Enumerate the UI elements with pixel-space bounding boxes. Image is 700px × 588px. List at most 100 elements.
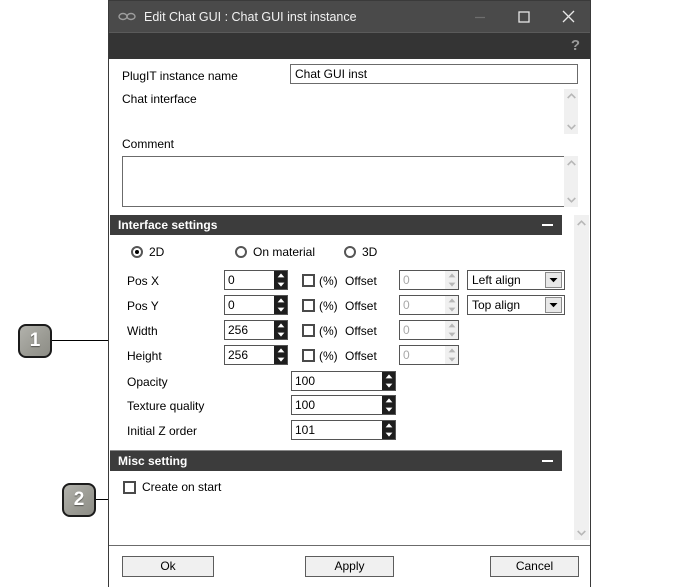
- opacity-spinner[interactable]: [291, 371, 396, 391]
- annotation-badge-2: 2: [62, 483, 96, 517]
- pos-y-label: Pos Y: [127, 299, 159, 313]
- interface-settings-header[interactable]: Interface settings: [110, 215, 562, 235]
- width-input[interactable]: [224, 320, 274, 340]
- pos-x-input[interactable]: [224, 270, 274, 290]
- pos-y-offset-spinner[interactable]: [399, 295, 459, 315]
- width-offset-input[interactable]: [399, 320, 445, 340]
- spinner-arrows[interactable]: [382, 371, 396, 391]
- annotation-badge-2-number: 2: [73, 489, 85, 510]
- ok-button[interactable]: Ok: [122, 556, 214, 577]
- create-on-start-checkbox[interactable]: [123, 481, 136, 494]
- spinner-arrows[interactable]: [274, 345, 288, 365]
- scroll-up-icon[interactable]: [564, 89, 578, 103]
- misc-setting-header[interactable]: Misc setting: [110, 451, 562, 471]
- pos-y-offset-label: Offset: [345, 299, 377, 313]
- annotation-badge-1: 1: [18, 324, 52, 358]
- mode-radio-on-material-label: On material: [253, 245, 316, 259]
- scroll-up-icon[interactable]: [564, 156, 578, 170]
- cancel-button[interactable]: Cancel: [490, 556, 579, 577]
- scroll-down-icon[interactable]: [564, 193, 578, 207]
- goggles-icon: [118, 10, 136, 24]
- apply-button[interactable]: Apply: [305, 556, 394, 577]
- pos-x-align-dropdown[interactable]: Left align: [467, 270, 565, 290]
- scroll-down-icon[interactable]: [564, 120, 578, 134]
- height-percent-checkbox[interactable]: [302, 349, 315, 362]
- scroll-up-icon[interactable]: [574, 215, 589, 230]
- maximize-icon[interactable]: [502, 1, 546, 32]
- spinner-arrows[interactable]: [382, 420, 396, 440]
- height-spinner[interactable]: [224, 345, 288, 365]
- width-percent-checkbox[interactable]: [302, 324, 315, 337]
- misc-setting-title: Misc setting: [118, 454, 188, 468]
- initial-z-order-label: Initial Z order: [127, 424, 198, 438]
- pos-y-align-dropdown[interactable]: Top align: [467, 295, 565, 315]
- mode-radio-3d[interactable]: 3D: [344, 245, 377, 259]
- close-icon[interactable]: [546, 1, 590, 32]
- height-offset-input[interactable]: [399, 345, 445, 365]
- height-offset-spinner[interactable]: [399, 345, 459, 365]
- width-percent-label: (%): [319, 324, 338, 338]
- collapse-icon[interactable]: [542, 224, 553, 226]
- width-offset-spinner[interactable]: [399, 320, 459, 340]
- comment-textarea[interactable]: [122, 156, 577, 207]
- texture-quality-spinner[interactable]: [291, 395, 396, 415]
- mode-radio-2d[interactable]: 2D: [131, 245, 164, 259]
- chat-interface-label: Chat interface: [122, 92, 197, 106]
- initial-z-order-spinner[interactable]: [291, 420, 396, 440]
- height-percent-label: (%): [319, 349, 338, 363]
- dialog-body: PlugIT instance name Chat interface Comm…: [109, 59, 590, 588]
- dialog-toolbar: ?: [109, 32, 590, 59]
- height-input[interactable]: [224, 345, 274, 365]
- mode-radio-on-material[interactable]: On material: [235, 245, 315, 259]
- width-offset-label: Offset: [345, 324, 377, 338]
- width-spinner[interactable]: [224, 320, 288, 340]
- title-bar: Edit Chat GUI : Chat GUI inst instance: [109, 1, 590, 32]
- scroll-down-icon[interactable]: [574, 525, 589, 540]
- height-label: Height: [127, 349, 162, 363]
- comment-scrollbar[interactable]: [564, 156, 578, 207]
- help-icon[interactable]: ?: [571, 38, 580, 55]
- pos-x-label: Pos X: [127, 274, 160, 288]
- radio-icon-selected: [131, 246, 143, 258]
- pos-x-offset-label: Offset: [345, 274, 377, 288]
- instance-name-label: PlugIT instance name: [122, 69, 238, 83]
- annotation-badge-1-number: 1: [29, 330, 41, 351]
- spinner-arrows[interactable]: [274, 320, 288, 340]
- spinner-arrows[interactable]: [445, 345, 459, 365]
- initial-z-order-input[interactable]: [291, 420, 382, 440]
- pos-x-offset-spinner[interactable]: [399, 270, 459, 290]
- spinner-arrows[interactable]: [445, 270, 459, 290]
- instance-name-input[interactable]: [290, 64, 578, 84]
- window-title: Edit Chat GUI : Chat GUI inst instance: [144, 9, 357, 24]
- pos-x-percent-checkbox[interactable]: [302, 274, 315, 287]
- width-label: Width: [127, 324, 158, 338]
- pos-y-input[interactable]: [224, 295, 274, 315]
- pos-y-percent-checkbox[interactable]: [302, 299, 315, 312]
- spinner-arrows[interactable]: [274, 270, 288, 290]
- opacity-input[interactable]: [291, 371, 382, 391]
- texture-quality-input[interactable]: [291, 395, 382, 415]
- pos-y-align-value: Top align: [472, 298, 521, 312]
- pos-y-spinner[interactable]: [224, 295, 288, 315]
- settings-pane-scrollbar[interactable]: [574, 215, 589, 540]
- mode-radio-3d-label: 3D: [362, 245, 378, 259]
- radio-icon: [235, 246, 247, 258]
- dialog-footer: Ok Apply Cancel: [109, 545, 590, 588]
- pos-x-offset-input[interactable]: [399, 270, 445, 290]
- spinner-arrows[interactable]: [274, 295, 288, 315]
- minimize-icon[interactable]: [458, 1, 502, 32]
- interface-settings-title: Interface settings: [118, 218, 218, 232]
- chevron-down-icon[interactable]: [545, 297, 562, 313]
- mode-radio-2d-label: 2D: [149, 245, 165, 259]
- create-on-start-label: Create on start: [142, 480, 222, 494]
- spinner-arrows[interactable]: [445, 320, 459, 340]
- chevron-down-icon[interactable]: [545, 272, 562, 288]
- chat-interface-scrollbar[interactable]: [564, 89, 578, 134]
- collapse-icon[interactable]: [542, 460, 553, 462]
- spinner-arrows[interactable]: [382, 395, 396, 415]
- pos-y-percent-label: (%): [319, 299, 338, 313]
- pos-x-spinner[interactable]: [224, 270, 288, 290]
- height-offset-label: Offset: [345, 349, 377, 363]
- pos-y-offset-input[interactable]: [399, 295, 445, 315]
- spinner-arrows[interactable]: [445, 295, 459, 315]
